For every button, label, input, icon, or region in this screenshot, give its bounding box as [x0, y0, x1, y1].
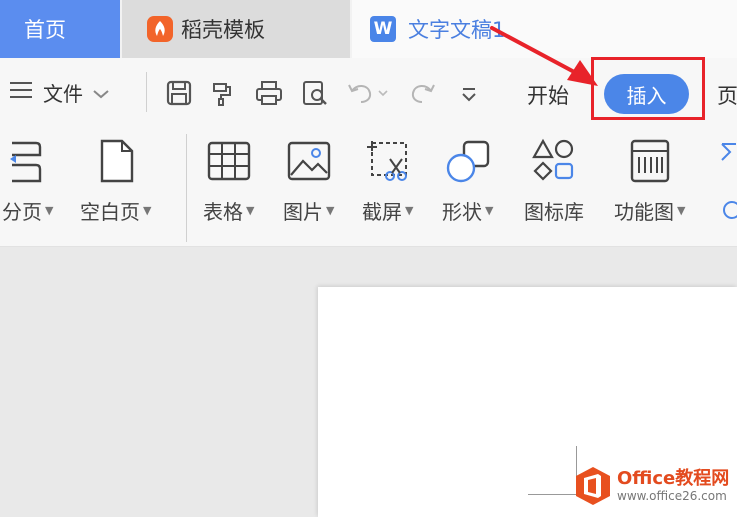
annotation-arrow-icon	[490, 26, 598, 86]
office-logo-icon	[576, 467, 610, 505]
watermark-url: www.office26.com	[617, 488, 727, 503]
watermark: Office教程网 www.office26.com	[574, 466, 729, 506]
watermark-brand: Office教程网	[617, 467, 730, 489]
